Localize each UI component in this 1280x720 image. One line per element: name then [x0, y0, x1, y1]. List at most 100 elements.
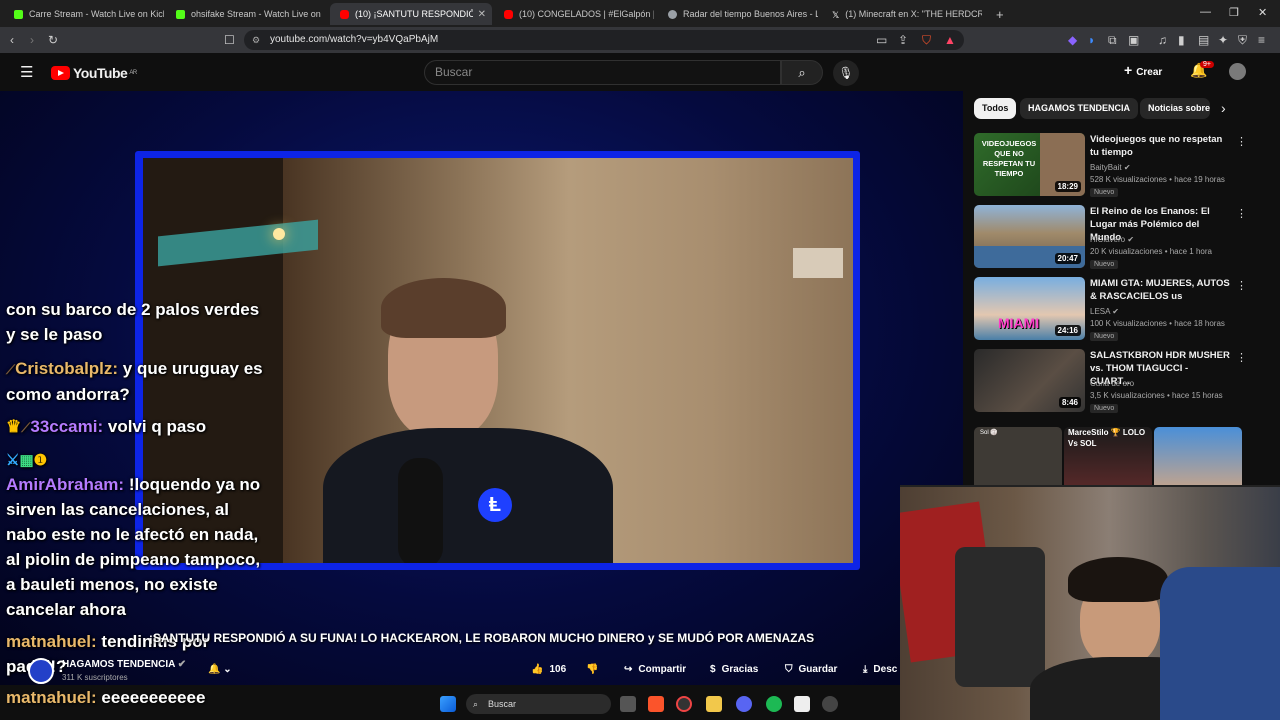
save-button[interactable]: ⛉ Guardar — [785, 658, 837, 682]
site-info-icon[interactable]: ⚙ — [252, 30, 260, 50]
video-thumbnail[interactable]: MIAMI 24:16 — [974, 277, 1085, 340]
video-thumbnail[interactable]: 8:46 — [974, 349, 1085, 412]
video-thumbnail[interactable]: VIDEOJUEGOS QUE NO RESPETAN TU TIEMPO 18… — [974, 133, 1085, 196]
vpn-icon[interactable]: ⛨ — [1238, 33, 1247, 48]
browser-tab[interactable]: Carre Stream - Watch Live on Kick — [4, 3, 164, 25]
crown-icon: ♛ — [6, 417, 22, 436]
browser-tab[interactable]: (10) CONGELADOS | #ElGalpón | CO — [494, 3, 654, 25]
account-avatar[interactable] — [1229, 63, 1246, 80]
channel-avatar[interactable] — [28, 658, 54, 684]
browser-tab[interactable]: ohsifake Stream - Watch Live on — [166, 3, 326, 25]
minimize-icon[interactable]: — — [1200, 6, 1211, 18]
bookmark-save-icon: ⛉ — [785, 664, 793, 675]
share-icon[interactable]: ⇪ — [898, 33, 908, 47]
search-button[interactable]: ⌕ — [781, 60, 823, 85]
more-options-icon[interactable]: ⋮ — [1236, 135, 1247, 148]
chevron-right-icon[interactable]: › — [1221, 100, 1226, 116]
maximize-icon[interactable]: ❐ — [1229, 6, 1239, 19]
short-thumbnail[interactable]: MarceStilo 🏆 LOLO Vs SOL — [1064, 427, 1152, 491]
brave-shield-icon[interactable]: ⛉ — [922, 33, 931, 48]
chip-todos[interactable]: Todos — [974, 98, 1017, 119]
extension-icon[interactable]: ◗ — [1088, 33, 1095, 47]
wallet-icon[interactable]: ▤ — [1198, 33, 1209, 47]
recommended-video[interactable]: 20:47 El Reino de los Enanos: El Lugar m… — [974, 205, 1274, 271]
more-options-icon[interactable]: ⋮ — [1236, 207, 1247, 220]
search-input[interactable]: Buscar — [424, 60, 781, 85]
video-meta: 20 K visualizaciones • hace 1 hora — [1090, 247, 1212, 256]
discord-icon[interactable] — [736, 696, 752, 712]
streamer-hair — [1068, 557, 1168, 602]
leo-icon[interactable]: ✦ — [1218, 33, 1228, 47]
extension-icon[interactable]: ▣ — [1128, 33, 1139, 47]
short-thumbnail[interactable]: Sol 🏐 — [974, 427, 1062, 491]
close-window-icon[interactable]: ✕ — [1258, 6, 1267, 19]
new-badge: Nuevo — [1090, 188, 1119, 197]
windows-taskbar: ⌕ Buscar — [430, 690, 850, 720]
davinci-icon[interactable] — [794, 696, 810, 712]
cast-icon[interactable]: ▭ — [876, 33, 887, 47]
extension-icon[interactable]: ⧉ — [1108, 33, 1117, 48]
channel-name[interactable]: HAGAMOS TENDENCIA ✔ — [62, 659, 186, 670]
short-thumbnail[interactable] — [1154, 427, 1242, 491]
new-tab-button[interactable]: + — [986, 3, 1010, 25]
badge-icon: ⟋ — [21, 420, 31, 435]
reload-icon[interactable]: ↻ — [48, 33, 58, 47]
verified-icon: ✔ — [1127, 235, 1135, 244]
more-options-icon[interactable]: ⋮ — [1236, 351, 1247, 364]
recommended-video[interactable]: MIAMI 24:16 MIAMI GTA: MUJERES, AUTOS & … — [974, 277, 1274, 343]
download-button[interactable]: ⤓ Desc — [863, 658, 897, 682]
related-videos-sidebar: Todos HAGAMOS TENDENCIA Noticias sobre ›… — [963, 91, 1280, 491]
spotify-icon[interactable] — [766, 696, 782, 712]
taskbar-search[interactable]: ⌕ Buscar — [466, 694, 611, 714]
windows-start-icon[interactable] — [440, 696, 456, 712]
extension-icon[interactable]: ◆ — [1068, 33, 1077, 47]
verified-icon: ✔ — [177, 659, 187, 670]
chat-message: con su barco de 2 palos verdes y se le p… — [6, 300, 260, 344]
browser-tab-active[interactable]: (10) ¡SANTUTU RESPONDIÓ A SU✕ — [330, 3, 492, 25]
chip-channel[interactable]: HAGAMOS TENDENCIA — [1020, 98, 1139, 119]
music-icon[interactable]: ♫ — [1158, 33, 1167, 47]
weather-icon — [668, 9, 677, 19]
back-icon[interactable]: ‹ — [10, 33, 14, 47]
channel-name: HiClavero ✔ — [1090, 235, 1135, 244]
video-title: Videojuegos que no respetan tu tiempo — [1090, 134, 1223, 158]
gift-badge-icon: ▦ — [19, 452, 34, 469]
app-icon[interactable] — [822, 696, 838, 712]
obs-icon[interactable] — [676, 696, 692, 712]
wall-switch — [793, 248, 843, 278]
streamer-webcam-overlay — [900, 485, 1280, 720]
task-view-icon[interactable] — [620, 696, 636, 712]
channel-name: Cuna de oro — [1090, 379, 1135, 388]
dislike-button[interactable]: 👎 — [586, 658, 598, 682]
brave-rewards-icon[interactable]: ▲ — [944, 33, 956, 47]
like-button[interactable]: 👍 106 — [531, 658, 566, 682]
file-explorer-icon[interactable] — [706, 696, 722, 712]
share-button[interactable]: ↪ Compartir — [624, 658, 686, 682]
hamburger-menu-icon[interactable]: ☰ — [20, 63, 33, 81]
recommended-video[interactable]: 8:46 SALASTKBRON HDR MUSHER vs. THOM TIA… — [974, 349, 1274, 415]
video-thumbnail[interactable]: 20:47 — [974, 205, 1085, 268]
voice-search-button[interactable]: 🎙 — [833, 60, 859, 86]
create-button[interactable]: + Crear — [1124, 62, 1162, 82]
address-bar[interactable]: ⚙ youtube.com/watch?v=yb4VQaPbAjM — [244, 30, 964, 50]
browser-tab[interactable]: 𝕏(1) Minecraft en X: "THE HERDCRAFT — [822, 3, 982, 25]
menu-icon[interactable]: ≡ — [1258, 33, 1265, 47]
search-icon: ⌕ — [798, 65, 806, 80]
recommended-video[interactable]: VIDEOJUEGOS QUE NO RESPETAN TU TIEMPO 18… — [974, 133, 1274, 199]
thanks-button[interactable]: $ Gracias — [710, 658, 758, 682]
streamer-hair — [381, 278, 506, 338]
subscription-bell-button[interactable]: 🔔 ⌄ — [208, 658, 232, 682]
chip-news[interactable]: Noticias sobre — [1140, 98, 1210, 119]
youtube-logo[interactable]: YouTube AR — [51, 65, 137, 81]
more-options-icon[interactable]: ⋮ — [1236, 279, 1247, 292]
forward-icon[interactable]: › — [30, 33, 34, 47]
sidebar-icon[interactable]: ▮ — [1178, 33, 1185, 47]
browser-tab[interactable]: Radar del tiempo Buenos Aires - Llu — [658, 3, 818, 25]
video-player[interactable]: Ⱡ con su barco de 2 palos verdes y se le… — [0, 91, 963, 685]
chat-message: ♛⟋33ccami: volvi q paso — [6, 417, 207, 436]
brave-browser-icon[interactable] — [648, 696, 664, 712]
thanks-icon: $ — [710, 664, 716, 675]
thumbs-down-icon: 👎 — [586, 664, 599, 675]
bookmark-icon[interactable]: ☐ — [224, 33, 235, 47]
close-tab-icon[interactable]: ✕ — [478, 9, 486, 20]
